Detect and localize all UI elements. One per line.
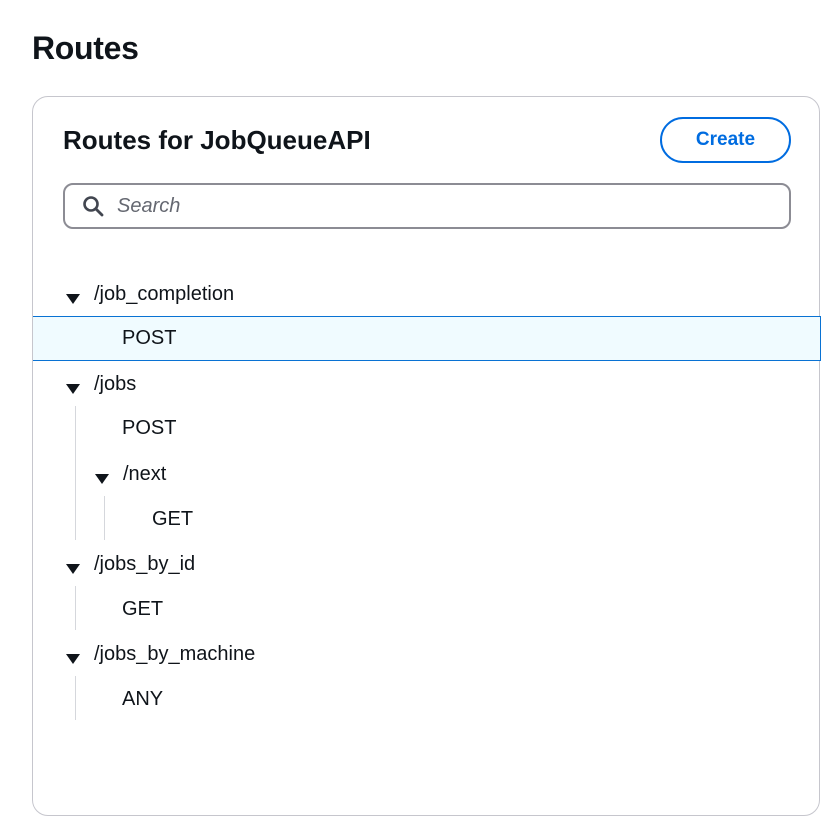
search-icon — [81, 194, 105, 218]
method-row[interactable]: GET — [152, 497, 552, 541]
method-label: GET — [152, 507, 194, 530]
method-label: POST — [122, 416, 177, 439]
method-label: GET — [122, 597, 164, 620]
route-path: /job_completion — [94, 282, 235, 305]
method-row[interactable]: POST — [122, 406, 522, 450]
tree-guide-line — [104, 496, 105, 540]
caret-down-icon[interactable] — [66, 648, 80, 664]
route-node-job-completion[interactable]: /job_completion — [66, 272, 466, 316]
method-label: POST — [122, 327, 177, 349]
method-label: ANY — [122, 687, 164, 710]
search-box[interactable] — [63, 183, 791, 229]
route-path: /next — [123, 462, 167, 485]
caret-down-icon[interactable] — [66, 288, 80, 304]
tree-guide-line — [75, 406, 76, 540]
panel-title: Routes for JobQueueAPI — [63, 125, 371, 155]
caret-down-icon[interactable] — [95, 468, 109, 484]
method-row[interactable]: GET — [122, 587, 522, 631]
route-node-jobs-by-id[interactable]: /jobs_by_id — [66, 542, 466, 586]
route-path: /jobs_by_id — [94, 552, 196, 575]
tree-guide-line — [75, 586, 76, 630]
tree-guide-line — [75, 676, 76, 720]
method-row-selected[interactable]: POST — [33, 316, 821, 361]
page-title: Routes — [32, 30, 139, 66]
route-node-jobs-by-machine[interactable]: /jobs_by_machine — [66, 632, 466, 676]
search-input[interactable] — [117, 194, 717, 218]
create-button[interactable]: Create — [660, 117, 791, 163]
method-row[interactable]: ANY — [122, 677, 522, 721]
route-node-next[interactable]: /next — [95, 452, 495, 496]
route-path: /jobs — [94, 372, 137, 395]
caret-down-icon[interactable] — [66, 558, 80, 574]
route-path: /jobs_by_machine — [94, 642, 256, 665]
route-node-jobs[interactable]: /jobs — [66, 362, 466, 406]
caret-down-icon[interactable] — [66, 378, 80, 394]
